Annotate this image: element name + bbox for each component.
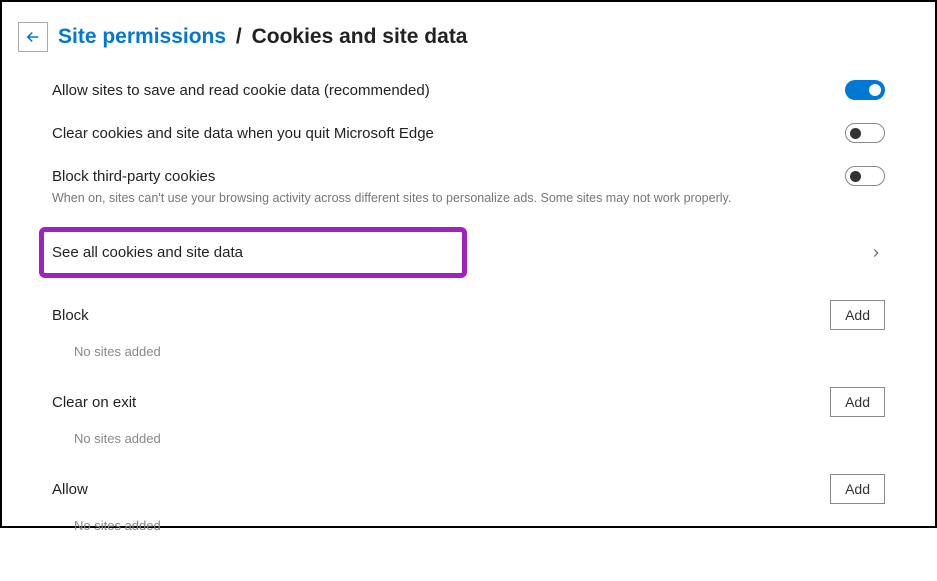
setting-label: Block third-party cookies <box>52 166 845 187</box>
empty-message: No sites added <box>52 431 885 446</box>
setting-label: See all cookies and site data <box>52 242 454 263</box>
section-title: Block <box>52 307 89 324</box>
section-title: Clear on exit <box>52 394 136 411</box>
add-block-button[interactable]: Add <box>830 300 885 330</box>
add-allow-button[interactable]: Add <box>830 474 885 504</box>
setting-see-all[interactable]: See all cookies and site data <box>52 227 885 278</box>
section-title: Allow <box>52 481 88 498</box>
page-header: Site permissions / Cookies and site data <box>18 22 885 52</box>
breadcrumb-separator: / <box>236 25 242 48</box>
breadcrumb: Site permissions / Cookies and site data <box>58 25 468 49</box>
section-allow: Allow Add No sites added <box>52 474 885 533</box>
setting-allow-cookies: Allow sites to save and read cookie data… <box>52 80 885 101</box>
setting-description: When on, sites can't use your browsing a… <box>52 191 845 205</box>
allow-cookies-toggle[interactable] <box>845 80 885 100</box>
highlight-annotation: See all cookies and site data <box>39 227 467 278</box>
empty-message: No sites added <box>52 518 885 533</box>
breadcrumb-link[interactable]: Site permissions <box>58 25 226 48</box>
setting-label: Allow sites to save and read cookie data… <box>52 80 845 101</box>
breadcrumb-current: Cookies and site data <box>252 25 468 48</box>
clear-on-quit-toggle[interactable] <box>845 123 885 143</box>
section-clear-on-exit: Clear on exit Add No sites added <box>52 387 885 446</box>
chevron-right-icon[interactable] <box>867 244 885 262</box>
block-third-party-toggle[interactable] <box>845 166 885 186</box>
back-button[interactable] <box>18 22 48 52</box>
section-block: Block Add No sites added <box>52 300 885 359</box>
empty-message: No sites added <box>52 344 885 359</box>
add-clear-on-exit-button[interactable]: Add <box>830 387 885 417</box>
arrow-left-icon <box>24 28 42 46</box>
setting-label: Clear cookies and site data when you qui… <box>52 123 845 144</box>
setting-clear-on-quit: Clear cookies and site data when you qui… <box>52 123 885 144</box>
setting-block-third-party: Block third-party cookies When on, sites… <box>52 166 885 205</box>
